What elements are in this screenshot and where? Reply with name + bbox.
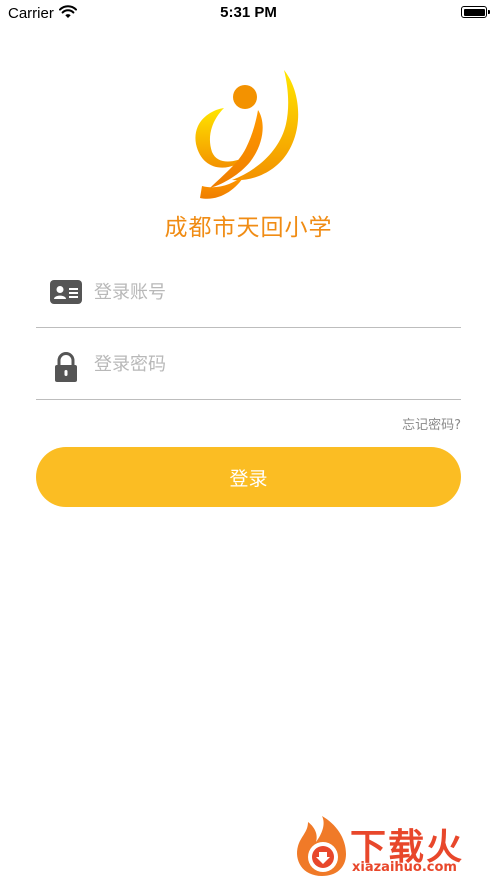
school-name: 成都市天回小学 xyxy=(164,215,333,241)
status-bar: Carrier 5:31 PM xyxy=(0,0,497,26)
id-card-icon xyxy=(50,280,82,308)
clock: 5:31 PM xyxy=(220,4,277,21)
password-input[interactable] xyxy=(94,348,444,380)
forgot-password-link[interactable]: 忘记密码? xyxy=(402,414,461,433)
account-field xyxy=(36,256,461,328)
school-logo xyxy=(188,64,314,206)
password-field xyxy=(36,328,461,400)
watermark-url: xiazaihuo.com xyxy=(352,860,457,875)
lock-icon xyxy=(50,352,82,382)
battery-icon xyxy=(461,6,490,18)
account-input[interactable] xyxy=(94,276,444,308)
login-button[interactable]: 登录 xyxy=(36,447,461,507)
